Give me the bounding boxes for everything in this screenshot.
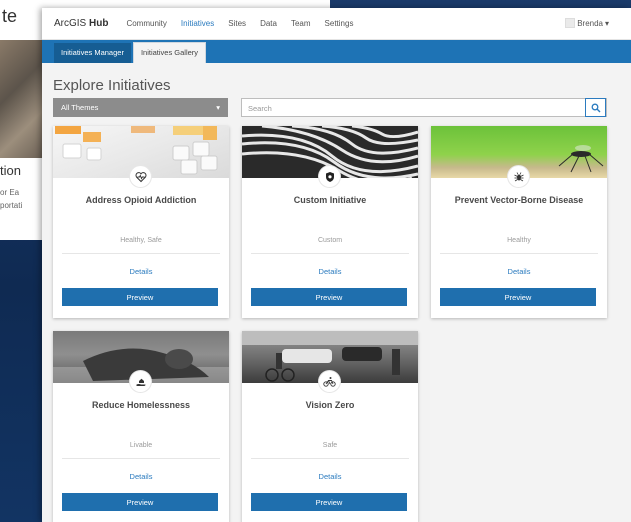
nav-settings[interactable]: Settings — [325, 19, 354, 28]
heart-pulse-icon — [130, 166, 151, 187]
details-link[interactable]: Details — [242, 267, 418, 276]
card-tags: Livable — [129, 442, 153, 449]
background-page-subtitle: tion — [0, 163, 21, 178]
nav-community[interactable]: Community — [126, 19, 166, 28]
tab-initiatives-gallery[interactable]: Initiatives Gallery — [132, 42, 207, 63]
preview-button[interactable]: Preview — [440, 288, 596, 306]
top-navigation: ArcGIS Hub Community Initiatives Sites D… — [42, 8, 631, 40]
details-link[interactable]: Details — [242, 472, 418, 481]
initiative-card: Address Opioid Addiction Healthy, Safe D… — [53, 126, 229, 318]
page-title: Explore Initiatives — [53, 77, 171, 94]
initiative-card: Reduce Homelessness Livable Details Prev… — [53, 331, 229, 522]
initiative-card: Prevent Vector-Borne Disease Healthy Det… — [431, 126, 607, 318]
bicycle-icon — [319, 371, 340, 392]
card-tags: Custom — [317, 237, 343, 244]
card-title: Custom Initiative — [293, 195, 367, 205]
card-tags: Safe — [322, 442, 338, 449]
initiative-card: Vision Zero Safe Details Preview — [242, 331, 418, 522]
nav-sites[interactable]: Sites — [228, 19, 246, 28]
avatar — [565, 18, 576, 28]
bug-icon — [508, 166, 529, 187]
preview-button[interactable]: Preview — [62, 288, 218, 306]
tab-initiatives-manager[interactable]: Initiatives Manager — [54, 43, 131, 63]
divider — [62, 458, 220, 459]
details-link[interactable]: Details — [53, 472, 229, 481]
hand-house-icon — [130, 371, 151, 392]
card-title: Address Opioid Addiction — [85, 195, 197, 205]
details-link[interactable]: Details — [431, 267, 607, 276]
background-page-text: portati — [0, 201, 23, 210]
nav-data[interactable]: Data — [260, 19, 277, 28]
background-page-text: or Ea — [0, 188, 20, 197]
sub-navigation: Initiatives Manager Initiatives Gallery — [42, 40, 631, 63]
preview-button[interactable]: Preview — [251, 493, 407, 511]
preview-button[interactable]: Preview — [62, 493, 218, 511]
arcgis-hub-logo[interactable]: ArcGIS Hub — [54, 18, 108, 29]
chevron-down-icon: ▾ — [604, 18, 609, 28]
initiative-card: Custom Initiative Custom Details Preview — [242, 126, 418, 318]
search-button[interactable] — [585, 98, 606, 117]
brand-bold: Hub — [86, 18, 109, 29]
card-tags: Healthy, Safe — [120, 237, 162, 244]
brand-light: ArcGIS — [54, 18, 87, 29]
nav-initiatives[interactable]: Initiatives — [181, 19, 214, 28]
hub-window: ArcGIS Hub Community Initiatives Sites D… — [42, 8, 631, 522]
background-aerial-photo — [0, 40, 44, 158]
chevron-down-icon: ▾ — [216, 103, 220, 112]
card-tags: Healthy — [507, 237, 531, 244]
divider — [251, 253, 409, 254]
shield-icon — [319, 166, 340, 187]
user-menu[interactable]: Brenda ▾ — [565, 18, 609, 28]
preview-button[interactable]: Preview — [251, 288, 407, 306]
search-placeholder: Search — [248, 104, 272, 113]
card-title: Prevent Vector-Borne Disease — [454, 195, 584, 205]
divider — [251, 458, 409, 459]
divider — [440, 253, 598, 254]
card-title: Reduce Homelessness — [91, 400, 191, 410]
search-icon — [591, 103, 600, 112]
theme-select-value: All Themes — [61, 103, 99, 112]
nav-team[interactable]: Team — [291, 19, 311, 28]
divider — [62, 253, 220, 254]
background-page-title: te — [2, 6, 18, 26]
card-title: Vision Zero — [305, 400, 355, 410]
theme-select[interactable]: All Themes ▾ — [53, 98, 228, 117]
user-name: Brenda — [577, 18, 603, 28]
details-link[interactable]: Details — [53, 267, 229, 276]
search-input[interactable]: Search — [241, 98, 607, 117]
